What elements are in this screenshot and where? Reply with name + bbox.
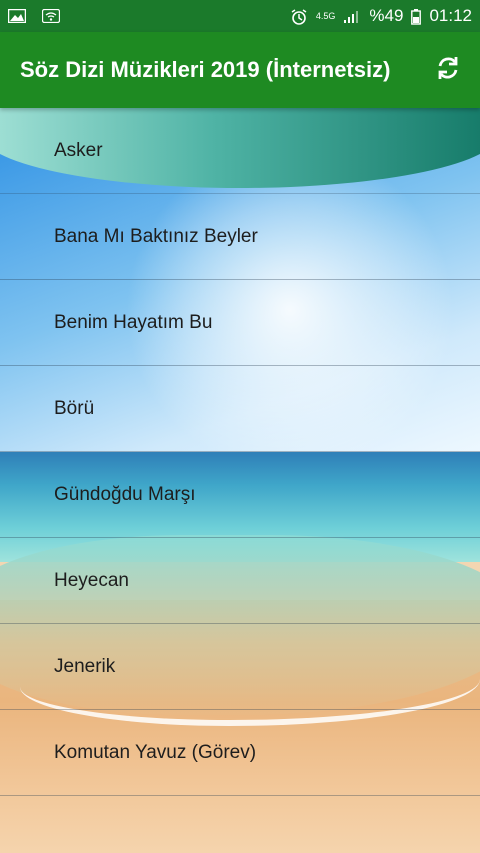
gallery-icon [7,8,27,24]
signal-icon [343,9,361,23]
wifi-icon [41,8,61,24]
app-toolbar: Söz Dizi Müzikleri 2019 (İnternetsiz) [0,32,480,108]
list-item-label: Heyecan [54,569,129,591]
list-item-label: Gündoğdu Marşı [54,483,196,505]
list-item[interactable]: Gündoğdu Marşı [0,452,480,538]
list-item-label: Jenerik [54,655,116,677]
page-title: Söz Dizi Müzikleri 2019 (İnternetsiz) [20,57,391,82]
network-type-label: 4.5G [315,11,336,21]
list-item[interactable]: Jenerik [0,624,480,710]
list-item[interactable]: Benim Hayatım Bu [0,280,480,366]
list-item[interactable]: Komutan Yavuz (Görev) [0,710,480,796]
refresh-button[interactable] [432,54,464,86]
list-item[interactable]: Börü [0,366,480,452]
list-item-label: Benim Hayatım Bu [54,311,213,333]
battery-percent: %49 [369,6,404,25]
clock: 01:12 [429,6,472,25]
list-item-label: Komutan Yavuz (Görev) [54,741,257,763]
alarm-icon [290,9,308,25]
list-item[interactable]: Heyecan [0,538,480,624]
song-list: Asker Bana Mı Baktınız Beyler Benim Haya… [0,108,480,796]
list-item-label: Bana Mı Baktınız Beyler [54,225,258,247]
list-item[interactable]: Bana Mı Baktınız Beyler [0,194,480,280]
battery-icon [411,9,422,25]
refresh-icon [435,55,461,86]
list-item[interactable]: Asker [0,108,480,194]
status-bar: 4.5G %49 01:12 [0,0,480,32]
list-item-label: Asker [54,139,103,161]
list-item-label: Börü [54,397,95,419]
